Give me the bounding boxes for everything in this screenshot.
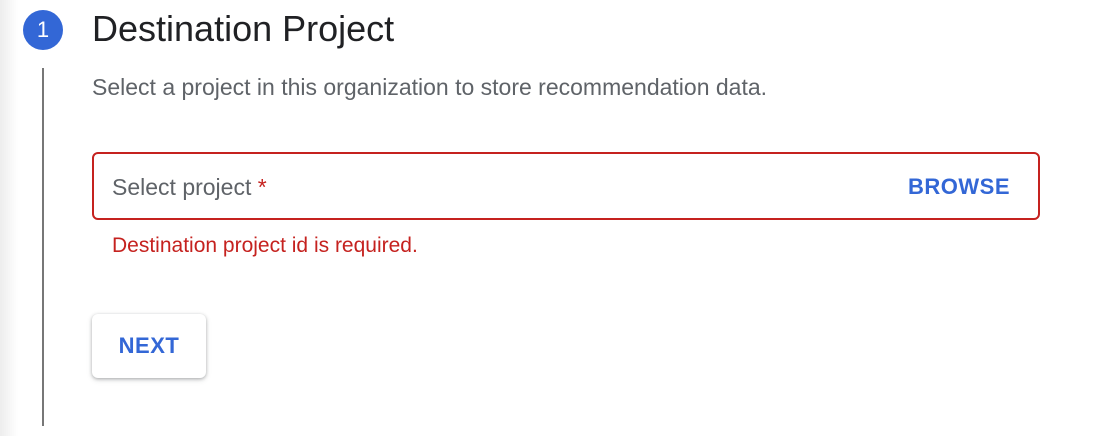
select-project-field[interactable]: Select project * BROWSE bbox=[92, 152, 1040, 220]
page-left-shadow bbox=[0, 0, 18, 436]
step-number-badge: 1 bbox=[23, 10, 63, 50]
stepper-connector-line bbox=[42, 68, 44, 426]
select-project-label: Select project * bbox=[112, 173, 267, 201]
select-project-label-text: Select project bbox=[112, 174, 252, 200]
required-asterisk: * bbox=[257, 174, 267, 200]
step-title: Destination Project bbox=[92, 8, 395, 49]
next-button[interactable]: NEXT bbox=[92, 314, 206, 378]
project-error-message: Destination project id is required. bbox=[112, 234, 418, 257]
browse-button[interactable]: BROWSE bbox=[898, 166, 1020, 208]
step-description: Select a project in this organization to… bbox=[92, 74, 768, 100]
